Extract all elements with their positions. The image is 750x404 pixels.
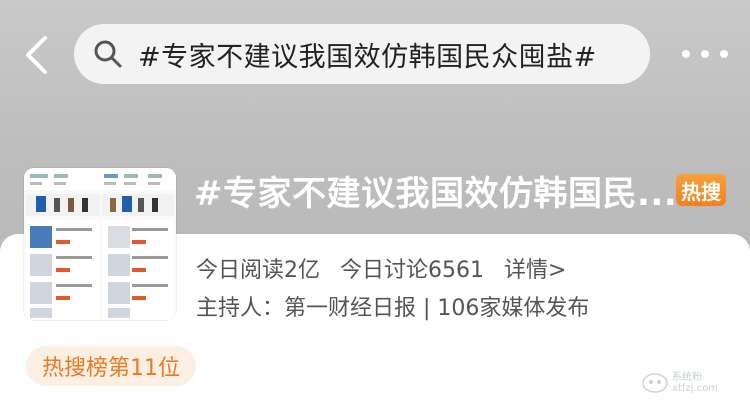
host-line: 主持人：第一财经日报 | 106家媒体发布 [196,296,590,321]
more-dot-icon [720,50,728,58]
hot-badge: 热搜 [676,174,726,206]
read-count: 今日阅读2亿 [196,258,320,283]
topic-title[interactable]: #专家不建议我国效仿韩国民... [194,166,674,215]
chevron-left-icon [26,36,47,74]
watermark-url: xtfzj.com [672,383,718,394]
top-bar: #专家不建议我国效仿韩国民众囤盐# [0,0,750,110]
topic-thumbnail[interactable] [24,168,176,320]
topic-stats: 今日阅读2亿 今日讨论6561 详情> [196,252,586,284]
thumbnail-screenshot-image [24,168,176,320]
search-input[interactable]: #专家不建议我国效仿韩国民众囤盐# [74,24,650,84]
more-dot-icon [701,50,709,58]
more-options-button[interactable] [682,44,728,64]
watermark-logo-icon [642,373,668,393]
watermark: 系统粉 xtfzj.com [642,368,742,398]
back-button[interactable] [18,34,54,76]
discuss-count: 今日讨论6561 [340,258,484,283]
more-dot-icon [682,50,690,58]
detail-link[interactable]: 详情> [504,258,566,283]
search-icon [92,38,124,70]
rank-tag[interactable]: 热搜榜第11位 [26,346,196,386]
search-query: #专家不建议我国效仿韩国民众囤盐# [138,41,597,73]
watermark-text: 系统粉 [672,372,702,383]
